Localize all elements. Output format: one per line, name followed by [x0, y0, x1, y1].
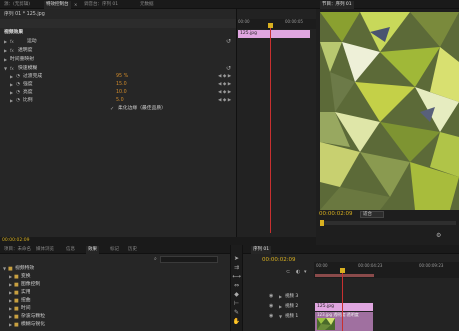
razor-tool-icon[interactable]: ◆: [231, 291, 242, 299]
close-icon[interactable]: ×: [74, 1, 77, 9]
tab-info[interactable]: 信息: [64, 246, 77, 254]
timeline-timecode[interactable]: 00:00:02:09: [262, 257, 296, 263]
clip-label: 125.jpg: [317, 304, 334, 309]
program-timecode[interactable]: 00:00:02:09: [319, 211, 353, 217]
fx-header-row: 序列 01 * 125.jpg: [0, 12, 236, 28]
ripple-edit-tool-icon[interactable]: ⟷: [231, 273, 242, 281]
timeline-clip-v2[interactable]: 125.jpg: [315, 303, 373, 311]
tab-source[interactable]: 源：(无剪辑): [2, 1, 32, 9]
track-label: 视频 3: [285, 294, 299, 299]
fx-row-label: 透明度: [18, 48, 33, 53]
fx-playhead-line: [270, 28, 271, 233]
fx-checkbox-label: 柔化边缘（最佳品质）: [118, 106, 166, 111]
expand-triangle-icon[interactable]: ▼: [279, 314, 282, 319]
top-tabbar: 源：(无剪辑) 特效控制台 调音台：序列 01 元数据 ×: [0, 0, 316, 9]
clip-thumbnail: [317, 318, 335, 330]
fx-ruler-label-end: 00:00:05: [285, 19, 303, 24]
tab-project[interactable]: 项目：未命名: [2, 246, 33, 254]
tab-media-browser[interactable]: 媒体浏览: [34, 246, 56, 254]
collapse-triangle-icon[interactable]: ▶: [4, 55, 7, 64]
timeline-clip-v1[interactable]: 123.jpg 透明度:透明度: [315, 312, 373, 331]
program-tabbar: 节目：序列 01: [316, 0, 459, 9]
program-fit-label: 适合: [363, 212, 372, 217]
fx-footer: 00:00:02:09: [0, 237, 316, 245]
eye-icon[interactable]: ◉: [269, 292, 273, 300]
collapse-triangle-icon[interactable]: ▶: [279, 294, 282, 299]
fx-ruler[interactable]: 00:00 00:00:05: [237, 19, 316, 29]
program-preview-image: [320, 12, 459, 210]
tab-effect-controls[interactable]: 特效控制台: [44, 1, 71, 9]
fx-row-video-effects: 视频效果: [0, 28, 236, 37]
timeline-playhead-line: [342, 273, 343, 331]
fx-row-label: 时间重映射: [10, 57, 34, 62]
collapse-triangle-icon[interactable]: ▶: [4, 37, 7, 46]
tab-markers[interactable]: 标记: [108, 246, 121, 254]
fx-row-time-remap[interactable]: ▶ 时间重映射: [0, 55, 236, 64]
fx-header-label: [0, 10, 236, 19]
snap-icon[interactable]: ⊂: [286, 268, 290, 276]
reset-icon[interactable]: ↺: [226, 38, 231, 46]
fx-row-label: 视频效果: [4, 30, 24, 35]
collapse-triangle-icon[interactable]: ▶: [9, 320, 12, 329]
fx-clip-label: 125.jpg: [240, 31, 257, 36]
tab-metadata[interactable]: 元数据: [138, 1, 156, 9]
timeline-ruler-label: 00:00: [316, 263, 328, 268]
effects-tree-item[interactable]: ▶ ■ 模糊与锐化: [0, 320, 230, 329]
tab-timeline-sequence[interactable]: 序列 01: [251, 246, 272, 254]
tab-audio-mixer[interactable]: 调音台：序列 01: [82, 1, 120, 9]
fx-badge-icon: fx: [10, 48, 14, 53]
fx-row-label: 运动: [27, 39, 37, 44]
add-marker-icon[interactable]: ▾: [304, 268, 307, 276]
track-video-3: ◉ ▶ 视频 3: [243, 292, 459, 302]
fx-row-opacity[interactable]: ▶ fx 透明度: [0, 46, 236, 55]
slip-tool-icon[interactable]: ⊢: [231, 300, 242, 308]
timeline-ruler-label: 00:00:09:23: [419, 263, 444, 268]
effects-search-input[interactable]: [160, 256, 218, 263]
fx-footer-timecode: 00:00:02:09: [2, 238, 30, 243]
fx-badge-icon: fx: [10, 39, 14, 44]
marker-icon[interactable]: ◐: [296, 268, 300, 276]
fx-row-motion[interactable]: ▶ fx 运动 ↺: [0, 37, 236, 46]
search-icon: ⌕: [154, 256, 157, 262]
program-scrubber[interactable]: [320, 221, 456, 225]
timeline-ruler-label: 00:00:04:23: [358, 263, 383, 268]
timeline-tabbar: 序列 01: [243, 245, 459, 254]
fx-clip-bar[interactable]: 125.jpg: [238, 30, 310, 38]
tab-history[interactable]: 历史: [126, 246, 139, 254]
selection-tool-icon[interactable]: ➤: [231, 255, 242, 263]
checkbox-checked-icon[interactable]: ✓: [110, 105, 114, 113]
collapse-triangle-icon[interactable]: ▶: [279, 304, 282, 309]
pen-tool-icon[interactable]: ✎: [231, 309, 242, 317]
track-select-tool-icon[interactable]: ⇉: [231, 264, 242, 272]
track-label: 视频 2: [285, 304, 299, 309]
eye-icon[interactable]: ◉: [269, 312, 273, 320]
timeline-work-area-bar[interactable]: [315, 274, 374, 277]
folder-icon: ■: [14, 322, 19, 328]
fx-ruler-label-start: 00:00: [238, 19, 250, 24]
program-playhead-marker[interactable]: [320, 220, 324, 226]
tab-program[interactable]: 节目：序列 01: [320, 1, 354, 9]
settings-wrench-icon[interactable]: ⚙: [436, 232, 441, 240]
collapse-triangle-icon[interactable]: ▶: [4, 46, 7, 55]
hand-tool-icon[interactable]: ✋: [231, 318, 242, 326]
project-tabbar: 项目：未命名 媒体浏览 信息 效果 标记 历史: [0, 245, 230, 254]
tab-effects[interactable]: 效果: [86, 246, 99, 254]
fx-timeline-area: [236, 9, 316, 237]
eye-icon[interactable]: ◉: [269, 302, 273, 310]
program-fit-select[interactable]: 适合: [360, 211, 384, 218]
rolling-edit-tool-icon[interactable]: ⇔: [231, 282, 242, 290]
fx-checkbox-row[interactable]: ✓ 柔化边缘（最佳品质）: [0, 104, 236, 113]
track-label: 视频 1: [285, 314, 299, 319]
tree-label: 模糊与锐化: [21, 322, 45, 327]
